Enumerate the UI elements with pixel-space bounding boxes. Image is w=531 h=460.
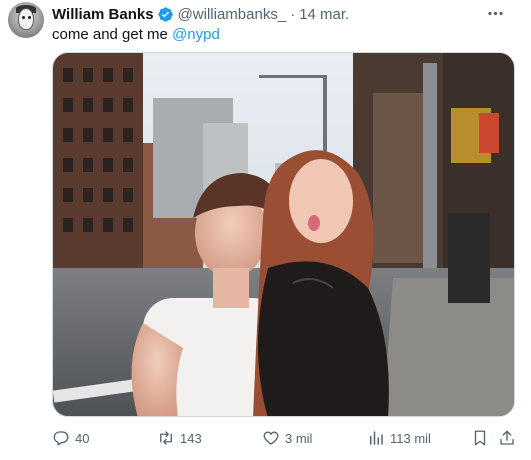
verified-badge-icon [157, 6, 174, 23]
views-icon [370, 431, 383, 445]
share-button[interactable] [498, 424, 516, 452]
bookmark-button[interactable] [471, 424, 489, 452]
bookmark-icon [474, 430, 486, 446]
separator-dot: · [290, 5, 296, 23]
reply-button[interactable]: 40 [52, 424, 89, 452]
like-count: 3 mil [285, 430, 313, 446]
views-button[interactable]: 113 mil [367, 424, 431, 452]
reply-count: 40 [75, 430, 90, 446]
retweet-icon [160, 431, 172, 445]
more-options-icon[interactable] [484, 2, 506, 24]
tweet-text-body: come and get me [52, 26, 173, 43]
retweet-button[interactable]: 143 [157, 424, 202, 452]
author-handle[interactable]: @williambanks_ [178, 6, 287, 23]
views-count: 113 mil [390, 430, 431, 446]
like-icon [263, 431, 279, 445]
tweet-header: William Banks @williambanks_ · 14 mar. [52, 4, 349, 24]
retweet-count: 143 [180, 430, 202, 446]
mention-link[interactable]: @nypd [172, 26, 220, 43]
tweet-text: come and get me @nypd [52, 25, 220, 45]
tweet[interactable]: William Banks @williambanks_ · 14 mar. c… [0, 0, 531, 460]
reply-icon [53, 431, 69, 446]
like-button[interactable]: 3 mil [262, 424, 312, 452]
tweet-photo[interactable] [52, 52, 515, 417]
tweet-date[interactable]: 14 mar. [299, 6, 349, 23]
author-name[interactable]: William Banks [52, 6, 154, 23]
share-icon [500, 430, 514, 445]
avatar[interactable] [8, 2, 44, 38]
action-bar: 40 143 3 mil 113 mil [52, 424, 514, 452]
